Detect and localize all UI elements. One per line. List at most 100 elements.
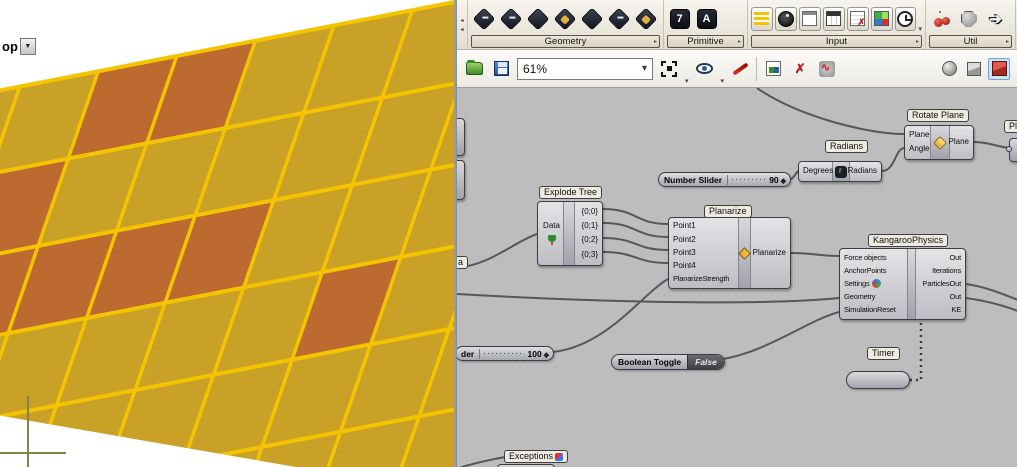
custom-preview-icon[interactable] xyxy=(988,58,1010,80)
input-planarizestrength[interactable]: PlanarizeStrength xyxy=(673,274,729,284)
geometry-icon-3[interactable] xyxy=(525,6,550,31)
tab-geometry[interactable]: Geometry xyxy=(471,35,660,48)
rotate-plane-component[interactable]: Plane Angle Plane xyxy=(904,125,974,160)
preview-eye-icon[interactable] xyxy=(694,58,716,80)
wire-radians-angle xyxy=(882,148,904,171)
output-out-2[interactable]: Out xyxy=(950,292,962,302)
gh-canvas[interactable]: a Explode Tree Data {0;0} {0;1} {0;2} {0… xyxy=(457,88,1017,467)
input-settings[interactable]: Settings xyxy=(844,279,881,289)
input-geometry[interactable]: Geometry xyxy=(844,292,875,302)
input-degrees[interactable]: Degrees xyxy=(803,166,833,177)
output-out-1[interactable]: Out xyxy=(950,253,962,263)
preview-caret-icon[interactable]: ▾ xyxy=(721,77,725,85)
wireframe-preview-icon[interactable] xyxy=(938,58,960,80)
partial-slider-track[interactable] xyxy=(484,353,523,354)
output-plane[interactable]: Plane xyxy=(949,137,969,148)
partial-component-left-1[interactable] xyxy=(457,118,465,156)
boolean-toggle[interactable]: Boolean Toggle False xyxy=(611,354,725,370)
slider-icon[interactable] xyxy=(751,7,773,31)
input-anchorpoints[interactable]: AnchorPoints xyxy=(844,266,886,276)
partial-number-slider[interactable]: der 100 xyxy=(457,346,554,361)
script-icon[interactable] xyxy=(816,58,838,80)
viewport-title[interactable]: op xyxy=(2,38,36,55)
timer-component[interactable] xyxy=(846,371,910,389)
kangaroo-component[interactable]: Force objects AnchorPoints Settings Geom… xyxy=(839,248,966,320)
partial-right-tag[interactable]: Pl xyxy=(1004,120,1017,133)
input-angle[interactable]: Angle xyxy=(909,144,929,155)
geometry-icon-2[interactable] xyxy=(498,6,523,31)
primitive-icon-a[interactable]: A xyxy=(694,6,719,31)
output-radians[interactable]: Radians xyxy=(848,166,877,177)
output-branch-3[interactable]: {0;3} xyxy=(582,250,598,261)
cplane-axis-x xyxy=(0,452,66,454)
panel-icon[interactable] xyxy=(823,7,845,31)
toolbar-scroll-left[interactable]: ◂◂ xyxy=(457,0,468,49)
output-iterations[interactable]: Iterations xyxy=(932,266,961,276)
open-file-icon[interactable] xyxy=(463,58,485,80)
slider-value[interactable]: 90 xyxy=(769,175,790,185)
knob-icon[interactable] xyxy=(775,7,797,31)
relay-arrow-icon[interactable]: ➔ xyxy=(983,6,1008,31)
viewport-menu-caret-icon[interactable] xyxy=(20,38,36,55)
output-branch-2[interactable]: {0;2} xyxy=(582,235,598,246)
planarize-tag[interactable]: Planarize xyxy=(704,205,752,218)
geometry-icon-5[interactable] xyxy=(579,6,604,31)
partial-slider-value[interactable]: 100 xyxy=(527,349,553,359)
geometry-icon-4[interactable] xyxy=(552,6,577,31)
exceptions-icon xyxy=(555,453,563,461)
timer-tag[interactable]: Timer xyxy=(867,347,900,360)
input-data[interactable]: Data xyxy=(543,221,560,232)
output-ke[interactable]: KE xyxy=(951,305,961,315)
tab-util[interactable]: Util xyxy=(929,35,1012,48)
slider-track[interactable] xyxy=(732,179,765,180)
canvas-image-icon[interactable] xyxy=(762,58,784,80)
value-list-icon[interactable] xyxy=(799,7,821,31)
explode-tree-component[interactable]: Data {0;0} {0;1} {0;2} {0;3} xyxy=(537,201,603,266)
input-force-objects[interactable]: Force objects xyxy=(844,253,886,263)
shaded-preview-icon[interactable] xyxy=(963,58,985,80)
primitive-icon-7[interactable]: 7 xyxy=(667,6,692,31)
explode-tree-tag[interactable]: Explode Tree xyxy=(539,186,602,199)
radians-tag[interactable]: Radians xyxy=(825,140,868,153)
partial-left-tag[interactable]: a xyxy=(457,256,468,269)
save-file-icon[interactable] xyxy=(490,58,512,80)
output-particlesout[interactable]: ParticlesOut xyxy=(923,279,961,289)
input-point3[interactable]: Point3 xyxy=(673,248,696,259)
window-divider[interactable] xyxy=(454,0,456,467)
input-plane[interactable]: Plane xyxy=(909,130,929,141)
cluster-icon[interactable] xyxy=(956,6,981,31)
mesh-cell xyxy=(186,362,289,459)
tab-input[interactable]: Input xyxy=(751,35,922,48)
sketch-brush-icon[interactable] xyxy=(729,58,751,80)
zoom-extents-icon[interactable] xyxy=(658,58,680,80)
input-simulationreset[interactable]: SimulationReset xyxy=(844,305,896,315)
planarize-component[interactable]: Point1 Point2 Point3 Point4 PlanarizeStr… xyxy=(668,217,791,289)
toggle-state[interactable]: False xyxy=(687,355,724,369)
number-slider[interactable]: Number Slider 90 xyxy=(658,172,791,187)
partial-component-left-2[interactable] xyxy=(457,160,465,200)
tab-primitive[interactable]: Primitive xyxy=(667,35,744,48)
output-branch-1[interactable]: {0;1} xyxy=(582,221,598,232)
input-overflow-caret-icon[interactable]: ▾ xyxy=(918,25,922,33)
rotate-plane-tag[interactable]: Rotate Plane xyxy=(907,109,969,122)
radians-component[interactable]: Degrees Radians xyxy=(798,161,882,182)
cherry-picker-icon[interactable] xyxy=(929,6,954,31)
input-point1[interactable]: Point1 xyxy=(673,221,696,232)
kangaroo-tag[interactable]: KangarooPhysics xyxy=(868,234,948,247)
disable-solver-icon[interactable]: ✗ xyxy=(789,58,811,80)
item-picker-icon[interactable] xyxy=(847,7,869,31)
clock-icon[interactable] xyxy=(895,7,917,31)
zoom-extents-caret-icon[interactable]: ▾ xyxy=(685,77,689,85)
output-planarize[interactable]: Planarize xyxy=(753,248,786,259)
colour-swatch-icon[interactable] xyxy=(871,7,893,31)
geometry-icon-6[interactable] xyxy=(606,6,631,31)
exceptions-tag[interactable]: Exceptions xyxy=(504,450,568,463)
input-point4[interactable]: Point4 xyxy=(673,261,696,272)
partial-right-nub[interactable] xyxy=(1006,146,1012,152)
zoom-select[interactable]: 61% xyxy=(517,58,653,80)
rhino-viewport[interactable]: op xyxy=(0,0,455,467)
output-branch-0[interactable]: {0;0} xyxy=(582,207,598,218)
geometry-icon-1[interactable] xyxy=(471,6,496,31)
input-point2[interactable]: Point2 xyxy=(673,235,696,246)
geometry-icon-7[interactable] xyxy=(633,6,658,31)
